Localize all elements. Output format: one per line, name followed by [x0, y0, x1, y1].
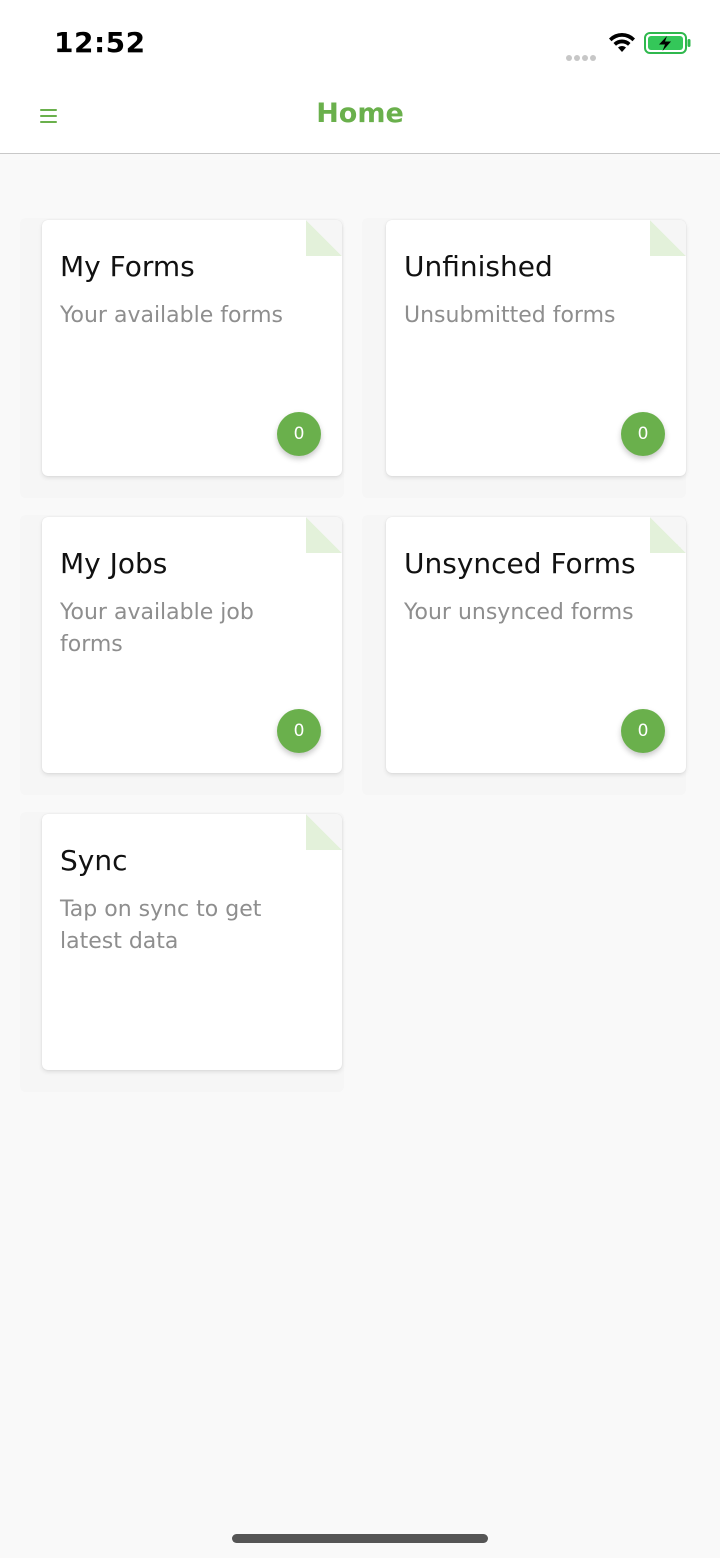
tile-unfinished-container: Unfinished Unsubmitted forms 0	[362, 218, 686, 498]
tile-subtitle: Your available job forms	[60, 600, 254, 657]
tile-unfinished[interactable]: Unfinished Unsubmitted forms 0	[386, 220, 686, 476]
page-title: Home	[316, 98, 404, 129]
page-fold-icon	[650, 220, 686, 256]
nav-bar: Home	[0, 80, 720, 154]
tile-title: Unfinished	[404, 250, 553, 283]
count-badge: 0	[621, 412, 665, 456]
tile-title: My Forms	[60, 250, 195, 283]
tile-sync[interactable]: Sync Tap on sync to get latest data	[42, 814, 342, 1070]
wifi-icon	[606, 30, 638, 54]
tile-title: My Jobs	[60, 547, 168, 580]
status-bar: 12:52	[0, 0, 720, 80]
home-indicator[interactable]	[232, 1534, 488, 1543]
tile-my-forms-container: My Forms Your available forms 0	[20, 218, 344, 498]
count-badge: 0	[277, 412, 321, 456]
tile-my-jobs-container: My Jobs Your available job forms 0	[20, 515, 344, 795]
status-time: 12:52	[54, 26, 146, 59]
page-fold-icon	[306, 517, 342, 553]
tile-sync-container: Sync Tap on sync to get latest data	[20, 812, 344, 1092]
cellular-signal-icon	[566, 46, 602, 61]
page-fold-icon	[306, 220, 342, 256]
tile-title: Sync	[60, 844, 128, 877]
tile-subtitle: Unsubmitted forms	[404, 303, 616, 328]
page-fold-icon	[306, 814, 342, 850]
tile-title: Unsynced Forms	[404, 547, 636, 580]
tile-my-forms[interactable]: My Forms Your available forms 0	[42, 220, 342, 476]
tile-unsynced-forms[interactable]: Unsynced Forms Your unsynced forms 0	[386, 517, 686, 773]
count-badge: 0	[621, 709, 665, 753]
tile-subtitle: Your unsynced forms	[404, 600, 634, 625]
page-fold-icon	[650, 517, 686, 553]
battery-charging-icon	[644, 32, 692, 54]
count-badge: 0	[277, 709, 321, 753]
tile-subtitle: Tap on sync to get latest data	[60, 897, 262, 954]
tile-subtitle: Your available forms	[60, 303, 284, 328]
tile-my-jobs[interactable]: My Jobs Your available job forms 0	[42, 517, 342, 773]
tile-unsynced-forms-container: Unsynced Forms Your unsynced forms 0	[362, 515, 686, 795]
